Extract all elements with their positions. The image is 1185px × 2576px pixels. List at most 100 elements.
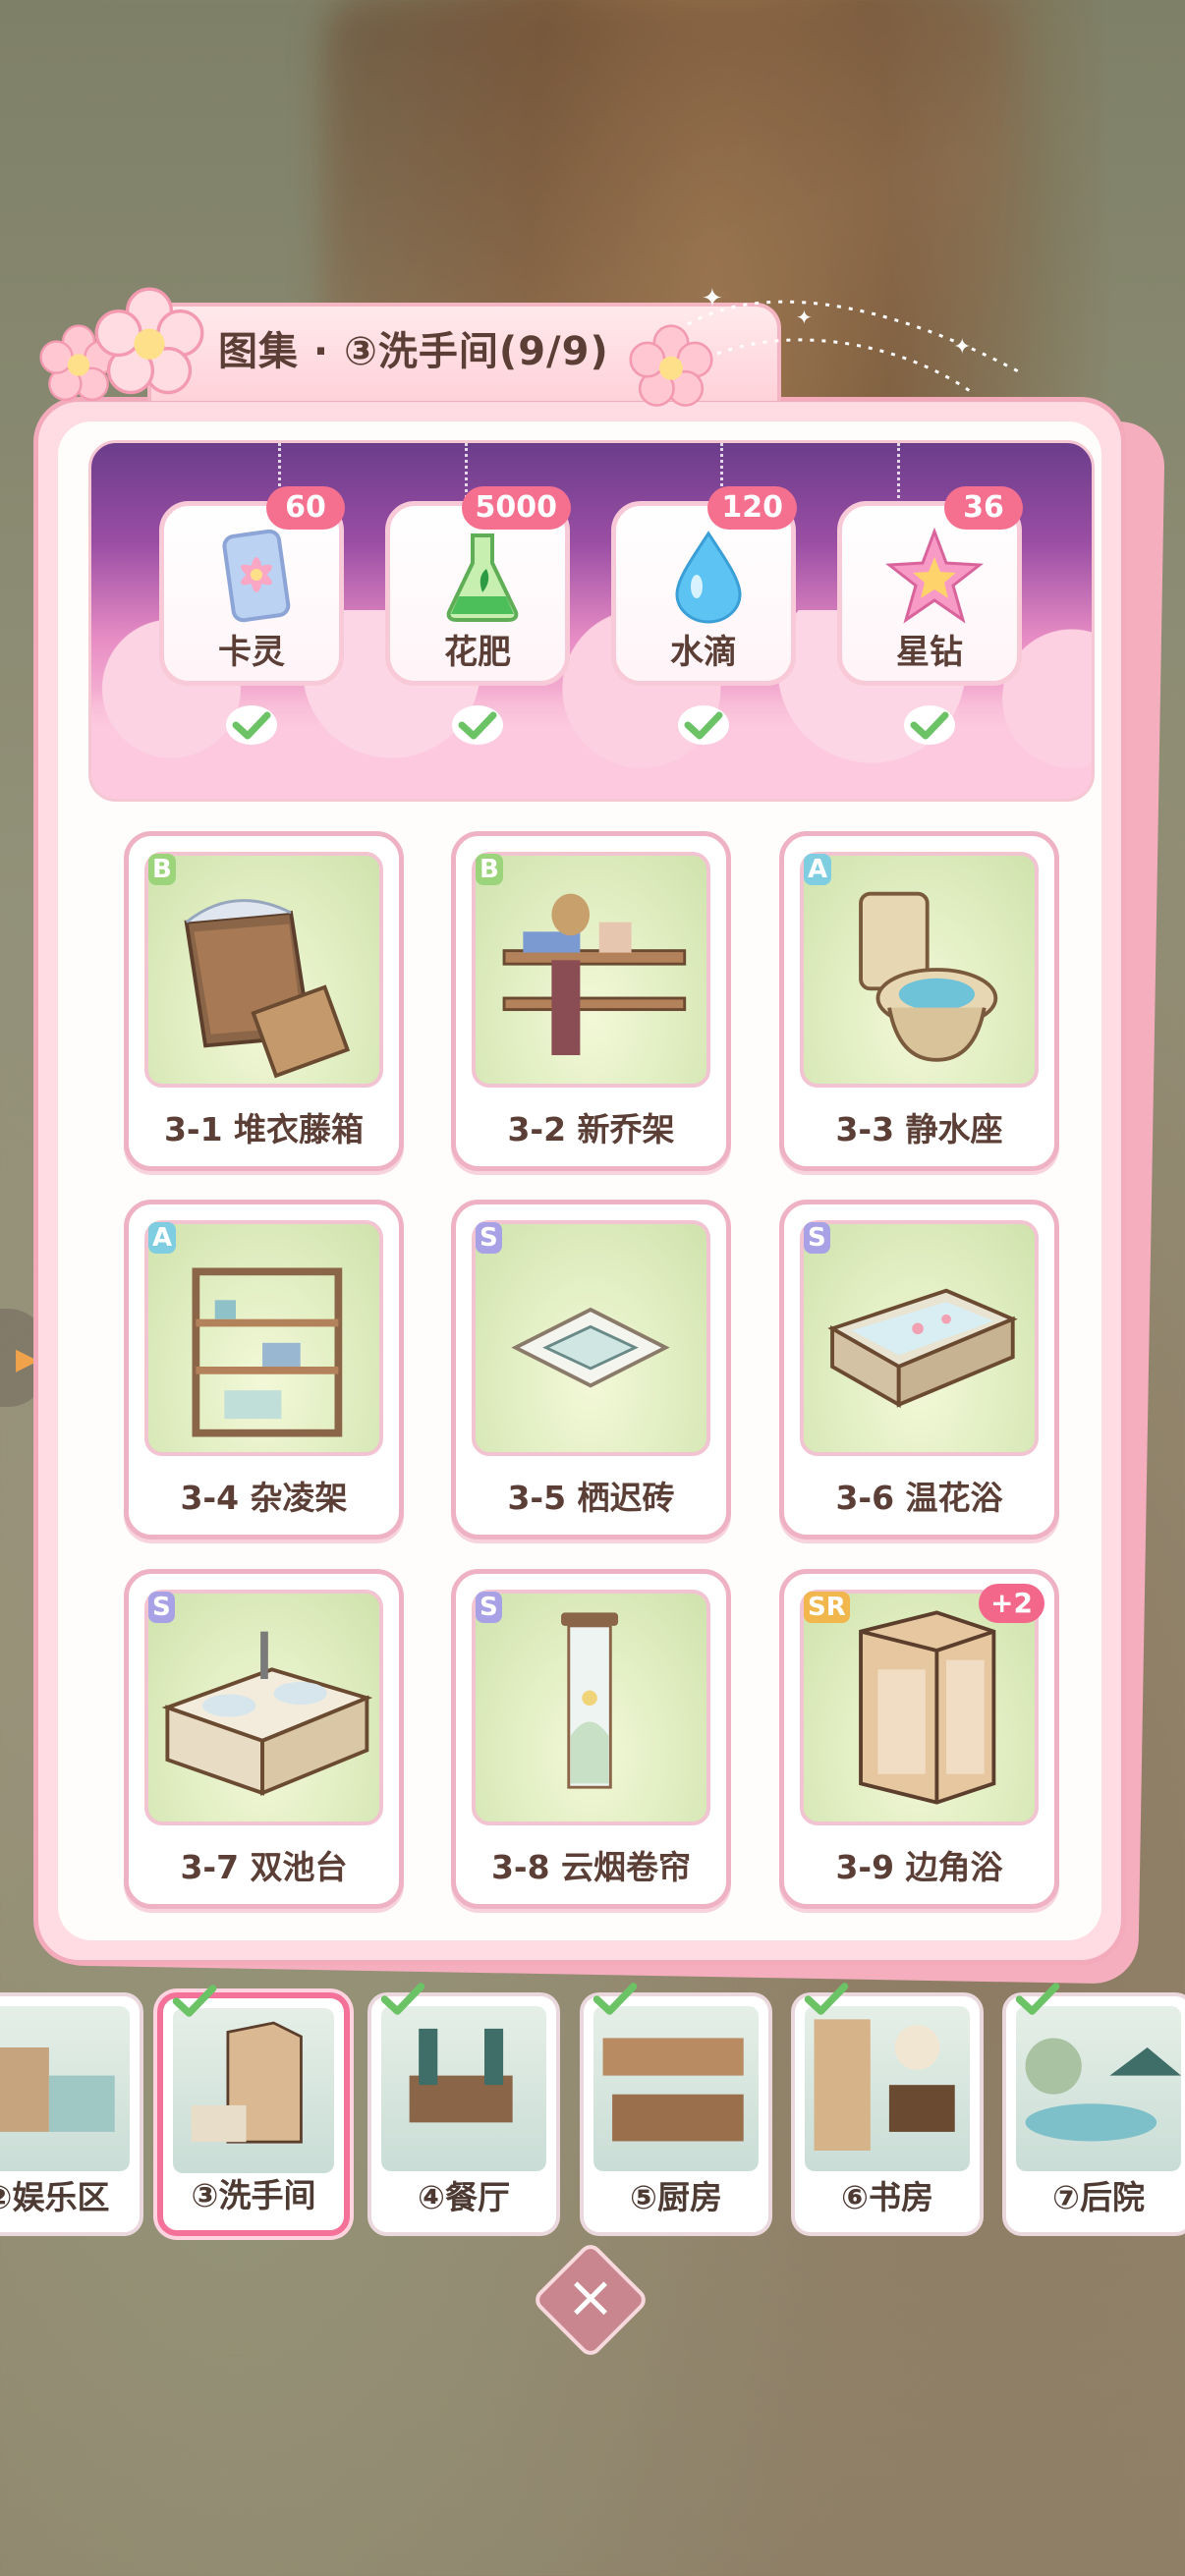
svg-text:✦: ✦: [702, 285, 723, 313]
towel-rack-icon: [502, 893, 687, 1055]
room-thumbnail: [173, 2008, 334, 2173]
tab-room-4[interactable]: ④餐厅: [367, 1983, 560, 2236]
room-thumbnail: [0, 2006, 130, 2171]
tab-room-2[interactable]: ②娱乐区: [0, 1992, 143, 2236]
checkmark-icon: [380, 1983, 425, 2015]
item-label: 3-1 堆衣藤箱: [163, 1110, 365, 1148]
grade-badge: S: [804, 1222, 830, 1254]
reward-label: 卡灵: [218, 633, 285, 672]
item-card-3-9[interactable]: SR +2 3-9 边角浴: [779, 1569, 1059, 1909]
bonus-badge: +2: [979, 1584, 1044, 1623]
room-thumbnail-icon: [814, 2019, 955, 2151]
tab-label: ⑤厨房: [630, 2178, 722, 2216]
grade-badge: B: [148, 854, 176, 885]
grade-badge: SR: [804, 1592, 850, 1623]
checkmark-icon: [592, 1983, 638, 2015]
bathtub-icon: [827, 1288, 1018, 1408]
item-card-3-3[interactable]: A 3-3 静水座: [779, 831, 1059, 1171]
checkmark-icon: [226, 705, 277, 745]
reward-count: 60: [266, 486, 345, 530]
item-label: 3-3 静水座: [835, 1110, 1003, 1148]
tab-label: ⑦后院: [1052, 2178, 1145, 2216]
grade-badge: A: [804, 854, 832, 885]
reward-card-star-diamond[interactable]: 36 星钻: [837, 486, 1023, 686]
item-image: [472, 1220, 710, 1456]
close-x-icon[interactable]: ×: [560, 2267, 621, 2327]
item-image: [144, 852, 383, 1088]
item-card-3-8[interactable]: S 3-8 云烟卷帘: [451, 1569, 731, 1909]
item-card-3-7[interactable]: S 3-7 双池台: [124, 1569, 404, 1909]
room-thumbnail-icon: [602, 2038, 744, 2142]
toilet-icon: [859, 891, 998, 1062]
checkmark-icon: [452, 705, 503, 745]
item-label: 3-9 边角浴: [835, 1848, 1003, 1886]
tab-label: ④餐厅: [418, 2178, 510, 2216]
item-image: [800, 1220, 1039, 1456]
tab-label: ③洗手间: [191, 2176, 316, 2214]
item-image: [472, 1590, 710, 1825]
room-thumbnail: [593, 2006, 759, 2171]
grade-badge: A: [148, 1222, 177, 1254]
shelf-icon: [192, 1267, 343, 1437]
reward-count: 36: [944, 486, 1023, 530]
item-image: [800, 852, 1039, 1088]
item-label: 3-5 栖迟砖: [507, 1479, 675, 1517]
room-thumbnail-icon: [191, 2021, 303, 2144]
tab-room-7[interactable]: ⑦后院: [1002, 1983, 1185, 2236]
sparkle-decoration: ✦ ✦ ✦: [687, 285, 1023, 395]
svg-text:✦: ✦: [953, 335, 971, 360]
star-diamond-icon: [885, 528, 984, 624]
item-label: 3-2 新乔架: [507, 1110, 675, 1148]
card-spirit-icon: [222, 529, 291, 623]
item-image: [472, 852, 710, 1088]
reward-card-fertilizer[interactable]: 5000 花肥: [385, 486, 571, 686]
grade-badge: S: [476, 1222, 502, 1254]
item-card-3-4[interactable]: A 3-4 杂凌架: [124, 1200, 404, 1540]
reward-card-card-spirit[interactable]: 60 卡灵: [159, 486, 345, 686]
item-card-3-6[interactable]: S 3-6 温花浴: [779, 1200, 1059, 1540]
room-thumbnail: [381, 2006, 546, 2171]
svg-text:✦: ✦: [796, 306, 813, 329]
checkmark-icon: [1015, 1983, 1060, 2015]
room-thumbnail-icon: [1025, 2038, 1181, 2142]
item-card-3-5[interactable]: S 3-5 栖迟砖: [451, 1200, 731, 1540]
item-image: [800, 1590, 1039, 1825]
checkmark-icon: [678, 705, 729, 745]
checkmark-icon: [172, 1985, 217, 2017]
item-label: 3-8 云烟卷帘: [490, 1848, 692, 1886]
fertilizer-flask-icon: [446, 533, 519, 622]
reward-count: 5000: [461, 486, 571, 530]
grade-badge: B: [476, 854, 503, 885]
room-thumbnail: [1016, 2006, 1181, 2171]
item-label: 3-6 温花浴: [835, 1479, 1003, 1517]
page-title: 图集 · ③洗手间(9/9): [218, 329, 609, 374]
tab-room-3[interactable]: ③洗手间: [157, 1985, 350, 2236]
grade-badge: S: [148, 1592, 175, 1623]
flower-icon: [94, 287, 204, 395]
tab-room-6[interactable]: ⑥书房: [791, 1983, 984, 2236]
item-card-3-2[interactable]: B 3-2 新乔架: [451, 831, 731, 1171]
item-card-3-1[interactable]: B 3-1 堆衣藤箱: [124, 831, 404, 1171]
corner-shower-icon: [859, 1610, 996, 1805]
reward-label: 水滴: [670, 633, 737, 672]
item-image: [144, 1590, 383, 1825]
tab-label: ⑥书房: [841, 2178, 933, 2216]
item-image: [144, 1220, 383, 1456]
laundry-basket-icon: [184, 899, 351, 1079]
reward-count: 120: [707, 486, 797, 530]
reward-label: 星钻: [896, 633, 963, 672]
room-thumbnail: [805, 2006, 970, 2171]
double-sink-icon: [161, 1631, 373, 1796]
reward-label: 花肥: [444, 633, 511, 672]
floor-tile-icon: [511, 1307, 670, 1388]
reward-card-water-drop[interactable]: 120 水滴: [611, 486, 797, 686]
checkmark-icon: [804, 1983, 849, 2015]
scroll-curtain-icon: [561, 1612, 619, 1789]
checkmark-icon: [904, 705, 955, 745]
room-thumbnail-icon: [0, 2047, 115, 2132]
water-drop-icon: [675, 531, 742, 624]
tab-label: ②娱乐区: [0, 2178, 110, 2216]
grade-badge: S: [476, 1592, 502, 1623]
item-label: 3-7 双池台: [180, 1848, 348, 1886]
tab-room-5[interactable]: ⑤厨房: [580, 1983, 772, 2236]
